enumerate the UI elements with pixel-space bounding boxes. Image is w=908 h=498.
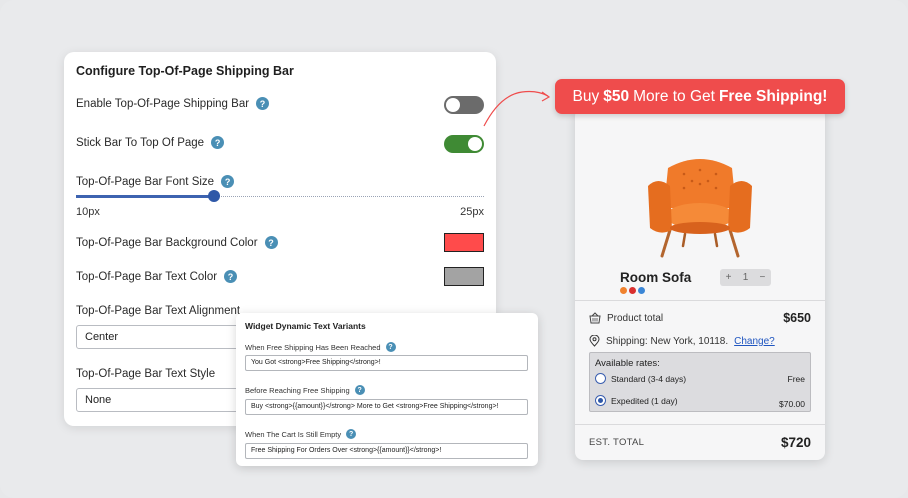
dynamic-text-widget: Widget Dynamic Text Variants When Free S… [236,313,538,466]
help-icon[interactable]: ? [256,97,270,110]
quantity-stepper[interactable]: + 1 − [720,269,771,286]
text-color-label: Top-Of-Page Bar Text Color [76,270,218,283]
rates-title: Available rates: [595,358,660,369]
change-address-link[interactable]: Change? [734,336,775,347]
shipping-row: Shipping: New York, 10118. Change? [589,335,811,347]
available-rates-box: Available rates: Standard (3-4 days) Fre… [589,352,811,412]
reached-text-input[interactable]: You Got <strong>Free Shipping</strong>! [245,355,528,371]
help-icon[interactable]: ? [354,385,365,395]
stick-bar-row: Stick Bar To Top Of Page ? [76,136,225,149]
divider [575,424,825,425]
shipping-address: Shipping: New York, 10118. [606,335,729,347]
alignment-select[interactable]: Center [76,325,246,349]
help-icon[interactable]: ? [264,236,278,249]
banner-highlight: Free Shipping! [718,87,828,105]
bg-color-label: Top-Of-Page Bar Background Color [76,236,258,249]
product-total-row: Product total $650 [589,311,811,325]
rate-label: Expedited (1 day) [611,395,678,406]
help-icon[interactable]: ? [211,136,225,149]
qty-value: 1 [742,272,749,283]
slider-thumb[interactable] [208,190,220,202]
help-icon[interactable]: ? [221,175,235,188]
font-size-min: 10px [76,206,100,218]
rate-option-standard[interactable]: Standard (3-4 days) Free [595,373,805,384]
qty-decrease-button[interactable]: − [760,272,766,283]
font-size-max: 25px [460,206,484,218]
text-style-label: Top-Of-Page Bar Text Style [76,368,216,380]
rate-option-expedited[interactable]: Expedited (1 day) $70.00 [595,395,805,409]
rate-label: Standard (3-4 days) [611,373,687,384]
font-size-row: Top-Of-Page Bar Font Size ? [76,175,235,188]
text-style-row: Top-Of-Page Bar Text Style [76,368,215,380]
rate-price: $70.00 [779,398,805,409]
widget-title: Widget Dynamic Text Variants [245,321,366,331]
color-swatch[interactable] [638,287,645,294]
text-color-swatch[interactable] [444,267,484,286]
banner-prefix: Buy [572,87,600,105]
banner-amount: $50 [603,87,630,105]
slider-track [214,196,484,197]
toggle-knob [468,137,482,151]
reached-row: When Free Shipping Has Been Reached ? [245,342,396,352]
before-row: Before Reaching Free Shipping ? [245,385,365,395]
rate-price: Free [787,373,805,384]
stick-bar-label: Stick Bar To Top Of Page [76,136,205,149]
banner-middle: More to Get [633,87,715,105]
product-total-label: Product total [607,312,664,324]
product-total-amount: $650 [783,311,811,325]
free-shipping-banner: Buy $50 More to Get Free Shipping! [555,79,845,114]
bg-color-swatch[interactable] [444,233,484,252]
alignment-row: Top-Of-Page Bar Text Alignment [76,305,240,317]
empty-label: When The Cart Is Still Empty [245,429,342,439]
enable-bar-row: Enable Top-Of-Page Shipping Bar ? [76,97,270,110]
text-style-select[interactable]: None [76,388,246,412]
est-total-row: EST. TOTAL $720 [589,435,811,450]
radio-button[interactable] [595,373,606,384]
est-total-amount: $720 [780,435,811,450]
panel-title: Configure Top-Of-Page Shipping Bar [76,64,294,78]
before-label: Before Reaching Free Shipping [245,385,350,395]
est-total-label: EST. TOTAL [589,437,645,448]
radio-button-checked[interactable] [595,395,606,406]
cart-preview-card: Room Sofa + 1 − Product total $650 Shipp… [575,108,825,460]
font-size-slider[interactable] [76,190,484,202]
slider-track-fill [76,195,214,198]
font-size-label: Top-Of-Page Bar Font Size [76,175,215,188]
enable-bar-label: Enable Top-Of-Page Shipping Bar [76,97,250,110]
alignment-label: Top-Of-Page Bar Text Alignment [76,305,241,317]
empty-row: When The Cart Is Still Empty ? [245,429,357,439]
stick-bar-toggle[interactable] [444,135,484,153]
empty-text-input[interactable]: Free Shipping For Orders Over <strong>{{… [245,443,528,459]
help-icon[interactable]: ? [224,270,238,283]
help-icon[interactable]: ? [346,429,357,439]
location-pin-icon [589,335,600,347]
text-color-row: Top-Of-Page Bar Text Color ? [76,270,238,283]
color-swatch[interactable] [620,287,627,294]
toggle-knob [446,98,460,112]
help-icon[interactable]: ? [385,342,396,352]
divider [575,300,825,301]
basket-icon [589,312,601,324]
product-name: Room Sofa [620,270,692,285]
color-swatches [620,287,645,294]
enable-bar-toggle[interactable] [444,96,484,114]
before-text-input[interactable]: Buy <strong>{{amount}}</strong> More to … [245,399,528,415]
armchair-image [648,159,752,258]
qty-increase-button[interactable]: + [726,272,732,283]
color-swatch[interactable] [629,287,636,294]
reached-label: When Free Shipping Has Been Reached [245,342,381,352]
bg-color-row: Top-Of-Page Bar Background Color ? [76,236,278,249]
